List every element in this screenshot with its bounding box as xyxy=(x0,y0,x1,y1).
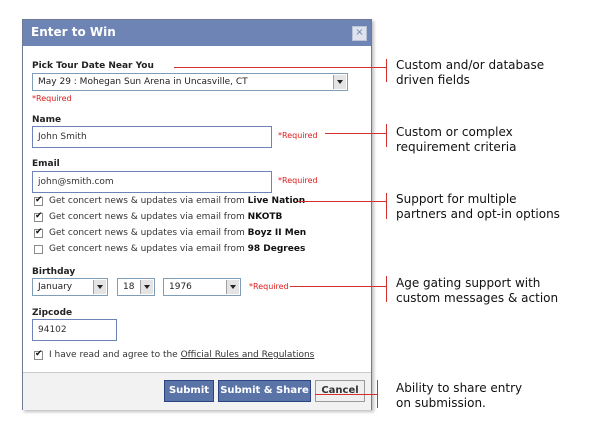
birthday-required-text: *Required xyxy=(249,282,289,291)
callout-line1: Age gating support with xyxy=(396,276,541,290)
tour-date-select[interactable]: May 29 : Mohegan Sun Arena in Uncasville… xyxy=(32,73,348,91)
agree-checkbox[interactable] xyxy=(34,349,43,360)
zipcode-value: 94102 xyxy=(38,325,67,335)
callout-bracket-share xyxy=(377,380,378,408)
callout-line1: Ability to share entry xyxy=(396,381,523,395)
dialog-titlebar: Enter to Win × xyxy=(23,20,371,46)
zipcode-label: Zipcode xyxy=(32,308,73,318)
callout-line-fields xyxy=(174,67,386,68)
name-value: John Smith xyxy=(38,132,87,142)
callout-bracket-requirements xyxy=(386,124,387,147)
dialog-footer: Submit Submit & Share Cancel xyxy=(23,372,371,410)
callout-line1: Custom and/or database xyxy=(396,58,545,72)
callout-age-gating: Age gating support with custom messages … xyxy=(396,276,596,306)
callout-line2: on submission. xyxy=(396,396,486,410)
optin-partner: NKOTB xyxy=(247,212,283,222)
birth-month-value: January xyxy=(38,282,73,292)
birth-day-value: 18 xyxy=(123,282,135,292)
submit-share-button[interactable]: Submit & Share xyxy=(218,380,311,402)
email-required-text: *Required xyxy=(278,176,318,185)
optin-text: Get concert news & updates via email fro… xyxy=(49,212,248,222)
chevron-down-icon[interactable] xyxy=(140,280,153,294)
name-field[interactable]: John Smith xyxy=(32,126,272,148)
callout-custom-fields: Custom and/or database driven fields xyxy=(396,58,596,88)
callout-line1: Support for multiple xyxy=(396,192,517,206)
optin-partner: Boyz II Men xyxy=(247,228,307,238)
name-required-text: *Required xyxy=(278,131,318,140)
birth-day-select[interactable]: 18 xyxy=(117,278,155,296)
birth-year-value: 1976 xyxy=(169,282,192,292)
callout-line2: custom messages & action xyxy=(396,291,559,305)
zipcode-field[interactable]: 94102 xyxy=(32,319,117,341)
close-icon[interactable]: × xyxy=(352,26,367,41)
enter-to-win-dialog: Enter to Win × Pick Tour Date Near You M… xyxy=(22,19,372,410)
callout-line-age xyxy=(290,286,386,287)
callout-share: Ability to share entry on submission. xyxy=(396,381,596,411)
dialog-title: Enter to Win xyxy=(31,25,116,39)
optin-checkbox[interactable] xyxy=(34,195,43,206)
agree-text: I have read and agree to the xyxy=(49,350,181,360)
optin-partner: 98 Degrees xyxy=(247,244,306,254)
chevron-down-icon[interactable] xyxy=(333,75,346,89)
callout-line2: driven fields xyxy=(396,73,470,87)
birthday-label: Birthday xyxy=(32,267,76,277)
optin-partner: Live Nation xyxy=(247,196,306,206)
chevron-down-icon[interactable] xyxy=(226,280,239,294)
callout-line-partners xyxy=(298,201,386,202)
optin-text: Get concert news & updates via email fro… xyxy=(49,244,248,254)
callout-partners: Support for multiple partners and opt-in… xyxy=(396,192,596,222)
optin-checkbox[interactable] xyxy=(34,245,43,254)
tour-date-label: Pick Tour Date Near You xyxy=(32,61,154,71)
optin-checkbox[interactable] xyxy=(34,211,43,222)
birth-month-select[interactable]: January xyxy=(32,278,108,296)
callout-line-requirements xyxy=(325,133,386,134)
callout-bracket-partners xyxy=(386,193,387,219)
optin-text: Get concert news & updates via email fro… xyxy=(49,196,248,206)
tour-date-value: May 29 : Mohegan Sun Arena in Uncasville… xyxy=(38,77,248,87)
optin-text: Get concert news & updates via email fro… xyxy=(49,228,248,238)
chevron-down-icon[interactable] xyxy=(93,280,106,294)
email-field[interactable]: john@smith.com xyxy=(32,171,272,193)
callout-line2: requirement criteria xyxy=(396,140,517,154)
name-label: Name xyxy=(32,115,62,125)
birth-year-select[interactable]: 1976 xyxy=(163,278,241,296)
email-value: john@smith.com xyxy=(38,177,114,187)
email-label: Email xyxy=(32,159,60,169)
callout-requirements: Custom or complex requirement criteria xyxy=(396,125,596,155)
callout-line2: partners and opt-in options xyxy=(396,207,560,221)
tour-required-text: *Required xyxy=(32,94,72,103)
callout-bracket-age xyxy=(386,276,387,302)
callout-line1: Custom or complex xyxy=(396,125,513,139)
callout-bracket-fields xyxy=(386,59,387,82)
optin-checkbox[interactable] xyxy=(34,227,43,238)
submit-button[interactable]: Submit xyxy=(164,380,214,402)
callout-line-share xyxy=(315,394,377,395)
cancel-button[interactable]: Cancel xyxy=(315,380,365,402)
official-rules-link[interactable]: Official Rules and Regulations xyxy=(181,350,315,360)
